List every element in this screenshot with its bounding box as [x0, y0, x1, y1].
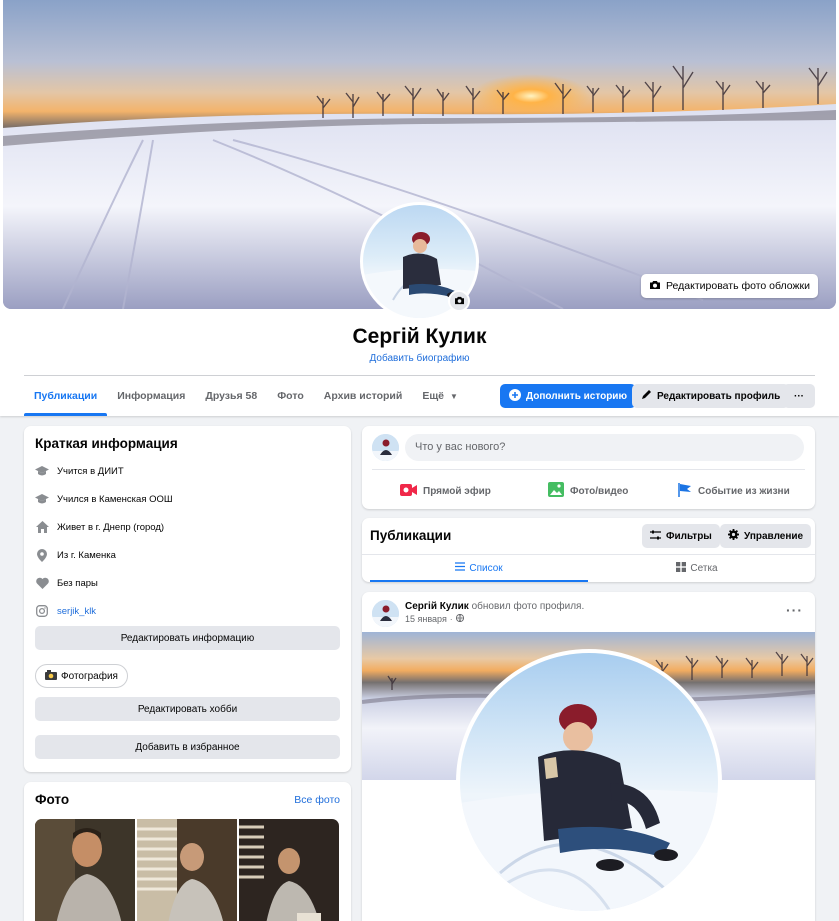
list-icon [455, 562, 466, 574]
edit-info-button[interactable]: Редактировать информацию [35, 626, 340, 650]
add-featured-button[interactable]: Добавить в избранное [35, 735, 340, 759]
instagram-link[interactable]: serjik_klk [57, 606, 96, 617]
add-story-label: Дополнить историю [526, 390, 627, 402]
intro-item-study: Учится в ДИИТ [35, 457, 340, 485]
intro-item-lives: Живет в г. Днепр (город) [35, 513, 340, 541]
plus-circle-icon [509, 388, 521, 404]
list-view-label: Список [469, 562, 503, 574]
tab-about[interactable]: Информация [107, 376, 195, 416]
pencil-icon [641, 389, 652, 403]
intro-item-text: Из г. Каменка [57, 549, 116, 561]
post-date[interactable]: 15 января [405, 614, 447, 624]
grid-view-label: Сетка [690, 562, 718, 574]
list-view-tab[interactable]: Список [370, 555, 588, 582]
grid-icon [676, 561, 687, 575]
hobby-chip-label: Фотография [61, 670, 118, 682]
graduation-cap-icon [35, 464, 49, 478]
graduation-cap-icon [35, 492, 49, 506]
intro-item-text: Без пары [57, 577, 98, 589]
manage-button[interactable]: Управление [720, 524, 812, 548]
photo-video-button[interactable]: Фото/видео [548, 478, 628, 504]
home-icon [35, 520, 49, 534]
composer-input[interactable]: Что у вас нового? [405, 434, 804, 461]
sliders-icon [650, 530, 661, 543]
post-profile-photo[interactable] [456, 649, 722, 915]
camera-icon [454, 292, 465, 310]
add-bio-link[interactable]: Добавить биографию [0, 353, 839, 364]
live-video-button[interactable]: Прямой эфир [400, 478, 491, 504]
photo-thumb[interactable] [35, 819, 135, 921]
photo-thumb[interactable] [137, 819, 237, 921]
photo-video-label: Фото/видео [570, 485, 629, 497]
profile-name: Сергій Кулик [352, 325, 487, 348]
more-options-label: ··· [794, 390, 804, 402]
tab-more[interactable]: Ещё ▼ [412, 376, 468, 416]
photo-icon [548, 482, 564, 500]
publications-title: Публикации [370, 528, 452, 543]
profile-tabs: Публикации Информация Друзья 58 Фото Арх… [24, 376, 468, 416]
composer-avatar[interactable] [372, 434, 399, 461]
tab-posts[interactable]: Публикации [24, 376, 108, 416]
gear-icon [728, 529, 739, 543]
intro-title: Краткая информация [35, 436, 178, 451]
intro-item-school: Учился в Каменская ООШ [35, 485, 340, 513]
photos-card: Фото Все фото [24, 782, 351, 921]
edit-profile-button[interactable]: Редактировать профиль [632, 384, 790, 408]
intro-item-instagram: serjik_klk [35, 597, 340, 625]
intro-item-from: Из г. Каменка [35, 541, 340, 569]
post-options-button[interactable]: ··· [786, 602, 803, 618]
post-author-avatar[interactable] [372, 600, 399, 627]
flag-icon [678, 482, 692, 500]
instagram-icon [35, 604, 49, 618]
add-story-button[interactable]: Дополнить историю [500, 384, 636, 408]
intro-item-relationship: Без пары [35, 569, 340, 597]
tab-friends[interactable]: Друзья 58 [195, 376, 267, 416]
hobby-chip[interactable]: Фотография [35, 664, 128, 688]
post-header: Сергій Кулик обновил фото профиля. [405, 601, 584, 612]
live-video-label: Прямой эфир [423, 485, 491, 497]
composer-divider [372, 469, 805, 470]
filters-label: Фильтры [666, 530, 712, 542]
intro-item-text: Живет в г. Днепр (город) [57, 521, 165, 533]
hobbies-row: Фотография [35, 664, 340, 688]
profile-photo-image [460, 653, 718, 911]
middle-dot: · [449, 614, 453, 624]
tab-more-label: Ещё [422, 390, 445, 402]
manage-label: Управление [744, 530, 804, 542]
post-author[interactable]: Сергій Кулик [405, 601, 469, 612]
post-action-text: обновил фото профиля. [468, 601, 585, 612]
globe-icon [455, 613, 464, 624]
live-video-icon [400, 483, 417, 499]
filters-button[interactable]: Фильтры [642, 524, 720, 548]
life-event-label: Событие из жизни [698, 485, 790, 497]
edit-cover-label: Редактировать фото обложки [666, 280, 810, 292]
life-event-button[interactable]: Событие из жизни [678, 478, 790, 504]
post-composer: Что у вас нового? Прямой эфир Фото/видео… [362, 426, 815, 509]
publications-card: Публикации Фильтры Управление Список Сет… [362, 518, 815, 582]
intro-item-text: Учится в ДИИТ [57, 465, 124, 477]
caret-down-icon: ▼ [449, 392, 458, 401]
location-pin-icon [35, 548, 49, 562]
tab-story-archive[interactable]: Архив историй [314, 376, 413, 416]
heart-icon [35, 576, 49, 590]
post-card: Сергій Кулик обновил фото профиля. 15 ян… [362, 592, 815, 921]
post-meta: 15 января · [405, 613, 464, 624]
avatar-camera-button[interactable] [448, 290, 470, 312]
camera-emoji-icon [45, 669, 57, 683]
intro-item-text: Учился в Каменская ООШ [57, 493, 173, 505]
edit-hobbies-button[interactable]: Редактировать хобби [35, 697, 340, 721]
all-photos-link[interactable]: Все фото [294, 794, 340, 806]
grid-view-tab[interactable]: Сетка [588, 555, 806, 581]
camera-icon [649, 280, 661, 293]
intro-card: Краткая информация Учится в ДИИТ Учился … [24, 426, 351, 772]
tab-photos[interactable]: Фото [267, 376, 314, 416]
edit-cover-button[interactable]: Редактировать фото обложки [641, 274, 818, 298]
more-options-button[interactable]: ··· [783, 384, 815, 408]
photo-thumb[interactable] [239, 819, 339, 921]
edit-profile-label: Редактировать профиль [657, 390, 781, 402]
